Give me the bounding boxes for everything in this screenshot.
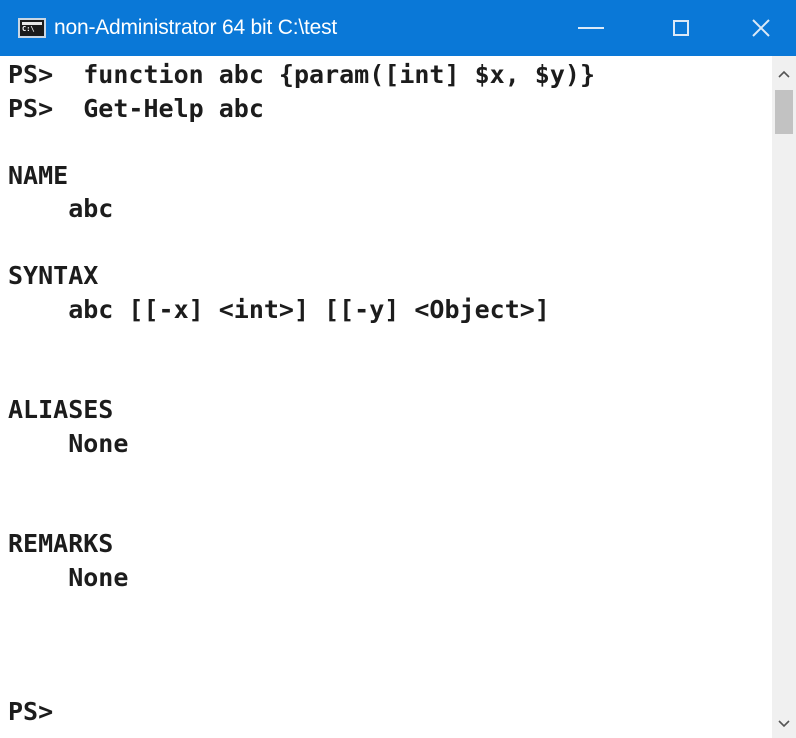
scroll-up-button[interactable] [772, 62, 796, 86]
chevron-down-icon [778, 720, 790, 728]
console-line: None [8, 562, 129, 592]
console-line: ALIASES [8, 395, 114, 424]
console-line: None [8, 428, 129, 458]
console-line: PS> Get-Help abc [8, 93, 264, 123]
console-line: abc [8, 194, 114, 223]
chevron-up-icon [778, 70, 790, 78]
close-icon [752, 19, 770, 37]
scrollbar-thumb[interactable] [775, 90, 793, 134]
console-output[interactable]: PS> function abc {param([int] $x, $y)} P… [0, 56, 772, 738]
scroll-down-button[interactable] [772, 712, 796, 736]
close-button[interactable] [726, 0, 796, 56]
console-line: abc [[-x] <int>] [[-y] <Object>] [8, 294, 550, 324]
title-bar[interactable]: non-Administrator 64 bit C:\test [0, 0, 796, 56]
vertical-scrollbar[interactable] [772, 56, 796, 738]
console-line: NAME [8, 160, 69, 190]
minimize-button[interactable] [546, 0, 636, 56]
maximize-icon [673, 20, 689, 36]
console-window: non-Administrator 64 bit C:\test PS> fun… [0, 0, 796, 738]
console-line: REMARKS [8, 529, 114, 558]
console-line: PS> function abc {param([int] $x, $y)} [8, 60, 595, 89]
console-prompt: PS> [8, 696, 54, 726]
window-controls [546, 0, 796, 56]
window-title: non-Administrator 64 bit C:\test [54, 16, 338, 39]
console-app-icon[interactable] [18, 18, 46, 38]
minimize-icon [578, 27, 604, 29]
console-line: SYNTAX [8, 261, 99, 290]
maximize-button[interactable] [636, 0, 726, 56]
